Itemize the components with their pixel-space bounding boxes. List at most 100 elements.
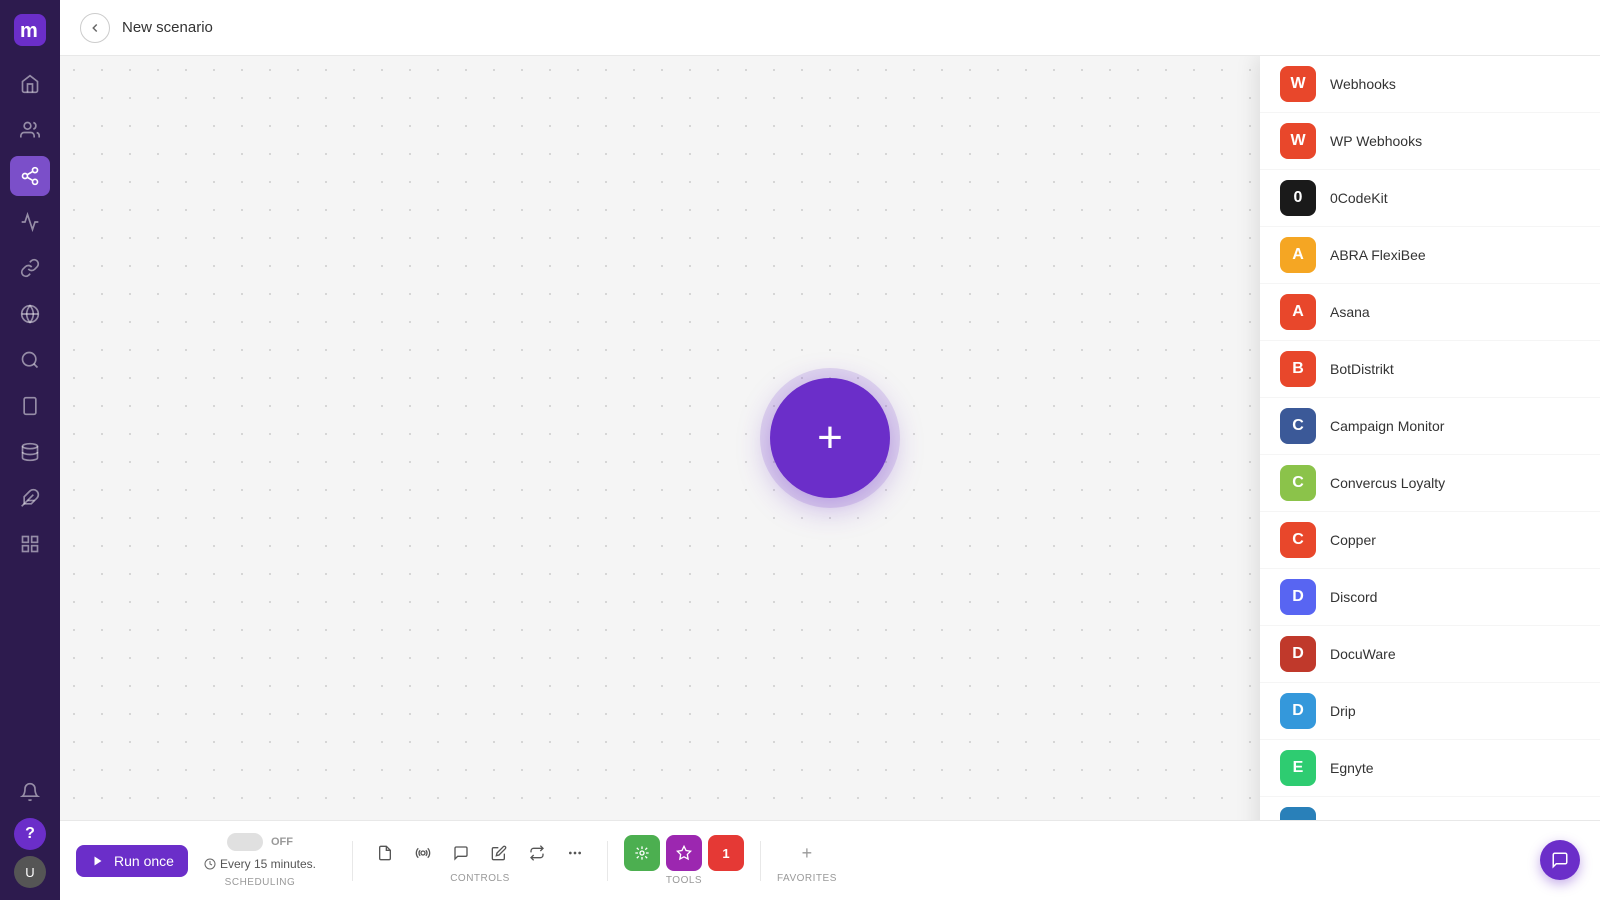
app-icon: 0	[1280, 180, 1316, 216]
list-item[interactable]: B BotDistrikt	[1260, 341, 1600, 398]
app-icon: E	[1280, 750, 1316, 786]
app-icon: D	[1280, 636, 1316, 672]
add-icon: +	[817, 416, 843, 460]
controls-buttons	[369, 837, 591, 869]
canvas[interactable]: + W Webhooks WWP Webhooks 0 0CodeKit A ABRA Fl…	[60, 56, 1600, 820]
app-icon: D	[1280, 693, 1316, 729]
settings-button[interactable]	[407, 837, 439, 869]
list-item[interactable]: 0 0CodeKit	[1260, 170, 1600, 227]
list-item[interactable]: W Webhooks	[1260, 56, 1600, 113]
user-avatar[interactable]: U	[14, 856, 46, 888]
list-item[interactable]: eeSignatures.io	[1260, 797, 1600, 820]
favorites-label: FAVORITES	[777, 873, 837, 884]
app-name: Campaign Monitor	[1330, 418, 1444, 434]
app-selector-panel: W Webhooks WWP Webhooks 0 0CodeKit A ABRA Flex…	[1260, 56, 1600, 820]
scheduling-label: SCHEDULING	[225, 877, 296, 888]
bottom-bar: Run once OFF Every 15 minutes. SCHEDULIN…	[60, 820, 1600, 900]
app-name: 0CodeKit	[1330, 190, 1388, 206]
controls-section: CONTROLS	[369, 837, 591, 884]
app-name: Drip	[1330, 703, 1356, 719]
sidebar-item-apps[interactable]	[10, 202, 50, 242]
list-item[interactable]: WWP Webhooks	[1260, 113, 1600, 170]
app-icon: C	[1280, 522, 1316, 558]
toggle-row: OFF	[227, 833, 293, 851]
edit-button[interactable]	[483, 837, 515, 869]
scheduling-section: OFF Every 15 minutes. SCHEDULING	[204, 833, 316, 888]
sidebar: m ? U	[0, 0, 60, 900]
chat-support-button[interactable]	[1540, 840, 1580, 880]
run-once-label: Run once	[114, 853, 174, 869]
app-icon: C	[1280, 408, 1316, 444]
comment-button[interactable]	[445, 837, 477, 869]
add-favorite-button[interactable]: +	[791, 837, 823, 869]
list-item[interactable]: A ABRA FlexiBee	[1260, 227, 1600, 284]
list-item[interactable]: E Egnyte	[1260, 740, 1600, 797]
tools-section: 1 TOOLS	[624, 835, 744, 886]
flow-button[interactable]	[521, 837, 553, 869]
divider-3	[760, 841, 761, 881]
app-icon: B	[1280, 351, 1316, 387]
app-icon: D	[1280, 579, 1316, 615]
toggle-off-label: OFF	[271, 836, 293, 848]
controls-label: CONTROLS	[450, 873, 510, 884]
schedule-text: Every 15 minutes.	[204, 857, 316, 871]
tools-label: TOOLS	[666, 875, 702, 886]
app-name: DocuWare	[1330, 646, 1396, 662]
header: New scenario	[60, 0, 1600, 56]
sidebar-item-templates[interactable]	[10, 524, 50, 564]
app-icon: A	[1280, 237, 1316, 273]
scenario-title: New scenario	[122, 19, 213, 36]
app-icon: W	[1280, 66, 1316, 102]
list-item[interactable]: C Campaign Monitor	[1260, 398, 1600, 455]
app-icon: A	[1280, 294, 1316, 330]
schedule-interval: Every 15 minutes.	[220, 857, 316, 871]
app-icon: W	[1280, 123, 1316, 159]
list-item[interactable]: D Discord	[1260, 569, 1600, 626]
app-name: Discord	[1330, 589, 1377, 605]
sidebar-item-mobile[interactable]	[10, 386, 50, 426]
main-area: New scenario + W Webhooks WWP Webhooks 0 0Co…	[60, 0, 1600, 900]
divider-1	[352, 841, 353, 881]
app-list: W Webhooks WWP Webhooks 0 0CodeKit A ABRA Flex…	[1260, 56, 1600, 820]
favorites-section: + FAVORITES	[777, 837, 837, 884]
run-once-button[interactable]: Run once	[76, 845, 188, 877]
sidebar-item-database[interactable]	[10, 432, 50, 472]
list-item[interactable]: A Asana	[1260, 284, 1600, 341]
list-item[interactable]: C Convercus Loyalty	[1260, 455, 1600, 512]
tool-red-button[interactable]: 1	[708, 835, 744, 871]
sidebar-item-home[interactable]	[10, 64, 50, 104]
sidebar-item-global[interactable]	[10, 294, 50, 334]
more-button[interactable]	[559, 837, 591, 869]
sidebar-bottom: ? U	[10, 772, 50, 888]
list-item[interactable]: D Drip	[1260, 683, 1600, 740]
divider-2	[607, 841, 608, 881]
sidebar-item-notifications[interactable]	[10, 772, 50, 812]
list-item[interactable]: C Copper	[1260, 512, 1600, 569]
app-name: Webhooks	[1330, 76, 1396, 92]
sidebar-item-plugins[interactable]	[10, 478, 50, 518]
schedule-toggle[interactable]	[227, 833, 263, 851]
sidebar-item-users[interactable]	[10, 110, 50, 150]
play-icon	[90, 853, 106, 869]
app-name: Convercus Loyalty	[1330, 475, 1445, 491]
app-name: ABRA FlexiBee	[1330, 247, 1426, 263]
sidebar-item-scenarios[interactable]	[10, 156, 50, 196]
app-name: Egnyte	[1330, 760, 1374, 776]
list-item[interactable]: D DocuWare	[1260, 626, 1600, 683]
add-module-button[interactable]: +	[770, 378, 890, 498]
sidebar-item-connections[interactable]	[10, 248, 50, 288]
app-name: eSignatures.io	[1330, 817, 1420, 820]
sidebar-item-search[interactable]	[10, 340, 50, 380]
app-name: Asana	[1330, 304, 1370, 320]
tools-buttons: 1	[624, 835, 744, 871]
back-button[interactable]	[80, 13, 110, 43]
app-name: Copper	[1330, 532, 1376, 548]
notes-button[interactable]	[369, 837, 401, 869]
tool-purple-button[interactable]	[666, 835, 702, 871]
sidebar-item-help[interactable]: ?	[14, 818, 46, 850]
svg-text:m: m	[20, 20, 38, 42]
app-logo[interactable]: m	[12, 12, 48, 48]
tool-green-button[interactable]	[624, 835, 660, 871]
app-icon: C	[1280, 465, 1316, 501]
app-name: BotDistrikt	[1330, 361, 1394, 377]
